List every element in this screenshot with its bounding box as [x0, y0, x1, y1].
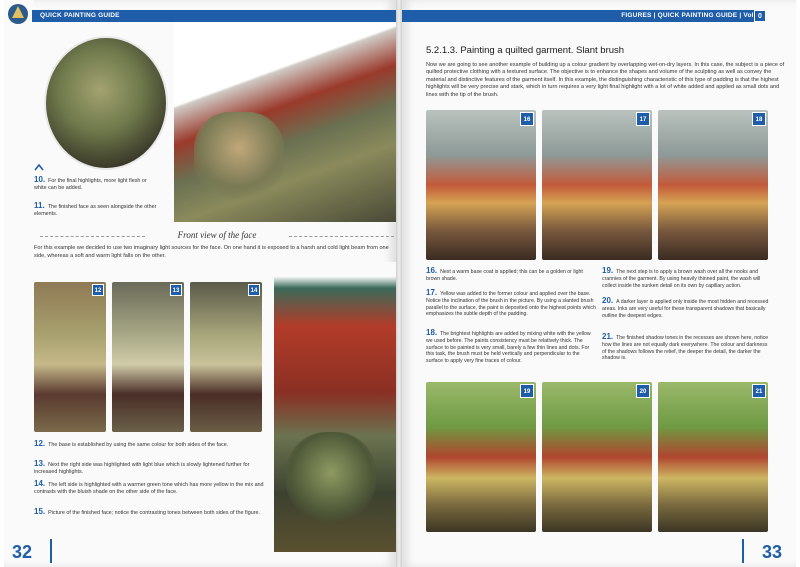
- caption-10: 10. For the final highlights, more light …: [34, 175, 147, 192]
- step-photo-13: 13: [112, 282, 184, 432]
- volume-number: 0: [754, 10, 766, 22]
- caption-19: 19. The next step is to apply a brown was…: [602, 266, 761, 289]
- step-badge: 13: [170, 284, 182, 296]
- finished-face-photo: [274, 262, 396, 552]
- step-badge: 20: [636, 384, 650, 398]
- caption-15: 15. Picture of the finished face; notice …: [34, 507, 260, 517]
- figure-bust-photo: [174, 22, 396, 222]
- caption-14: 14. The left side is highlighted with a w…: [34, 479, 264, 496]
- step-badge: 19: [520, 384, 534, 398]
- step-photo-16: 16: [426, 110, 536, 260]
- right-intro-text: Now we are going to see another example …: [426, 62, 785, 98]
- corner-mark: [50, 539, 60, 563]
- step-badge: 14: [248, 284, 260, 296]
- step-photo-18: 18: [658, 110, 768, 260]
- step-photo-19: 19: [426, 382, 536, 532]
- left-header-title: QUICK PAINTING GUIDE: [40, 12, 120, 19]
- step-badge: 17: [636, 112, 650, 126]
- right-header-section: FIGURES: [621, 12, 652, 19]
- caption-12: 12. The base is established by using the …: [34, 439, 229, 449]
- page-number: 32: [12, 542, 33, 562]
- step-photo-20: 20: [542, 382, 652, 532]
- step-badge: 21: [752, 384, 766, 398]
- figure-logo-icon: [4, 0, 34, 30]
- corner-mark: [734, 539, 744, 563]
- caption-16: 16. Next a warm base coat is applied; thi…: [426, 266, 583, 282]
- step-badge: 12: [92, 284, 104, 296]
- caption-11: 11. The finished face as seen alongside t…: [34, 201, 157, 218]
- section-title: Front view of the face: [40, 230, 394, 240]
- left-page: QUICK PAINTING GUIDE 10. For the final hi…: [4, 0, 396, 567]
- section-heading: 5.2.1.3. Painting a quilted garment. Sla…: [426, 45, 625, 56]
- face-closeup-photo: [44, 36, 168, 170]
- right-page: FIGURES | QUICK PAINTING GUIDE | Vol: 0 …: [402, 0, 796, 567]
- step-photo-21: 21: [658, 382, 768, 532]
- step-badge: 16: [520, 112, 534, 126]
- step-badge: 18: [752, 112, 766, 126]
- caption-13: 13. Next the right side was highlighted w…: [34, 459, 250, 476]
- right-header-bar: FIGURES | QUICK PAINTING GUIDE | Vol:: [402, 10, 762, 22]
- step-photo-14: 14: [190, 282, 262, 432]
- right-header-guide: QUICK PAINTING GUIDE: [657, 12, 738, 19]
- chevron-up-icon: [34, 163, 44, 171]
- page-number: 33: [761, 542, 782, 562]
- caption-17: 17. Yellow was added to the former colour…: [426, 288, 596, 318]
- caption-20: 20. A darker layer is applied only inside…: [602, 296, 769, 319]
- magazine-spread: QUICK PAINTING GUIDE 10. For the final hi…: [0, 0, 800, 567]
- left-header-bar: QUICK PAINTING GUIDE: [32, 10, 396, 22]
- left-intro-text: For this example we decided to use two i…: [34, 245, 389, 259]
- caption-21: 21. The finished shadow tones in the rece…: [602, 332, 769, 362]
- step-photo-12: 12: [34, 282, 106, 432]
- caption-18: 18. The brightest highlights are added by…: [426, 328, 591, 365]
- step-photo-17: 17: [542, 110, 652, 260]
